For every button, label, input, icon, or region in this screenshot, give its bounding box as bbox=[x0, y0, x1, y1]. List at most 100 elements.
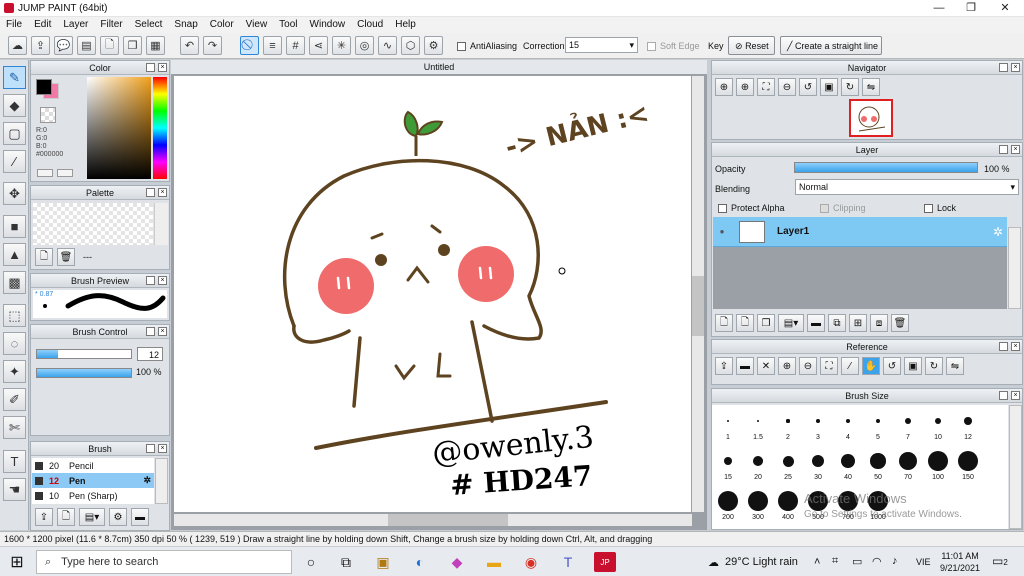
brush-size-cell[interactable]: 40 bbox=[834, 447, 862, 485]
brush-size-cell[interactable]: 25 bbox=[774, 447, 802, 485]
zoom-in-icon[interactable]: ⊕ bbox=[715, 78, 733, 96]
color-history-button[interactable] bbox=[57, 169, 73, 177]
eraser-tool-icon[interactable]: ◆ bbox=[3, 94, 26, 117]
grid-settings-icon[interactable]: ▦ bbox=[146, 36, 165, 55]
share-icon[interactable]: ⇪ bbox=[31, 36, 50, 55]
menu-filter[interactable]: Filter bbox=[94, 17, 128, 33]
brush-size-cell[interactable]: 3 bbox=[804, 407, 832, 445]
flip-icon[interactable]: ⇋ bbox=[862, 78, 880, 96]
volume-icon[interactable]: ♪ bbox=[892, 555, 898, 567]
store-icon[interactable]: ▣ bbox=[372, 552, 394, 572]
canvas-horizontal-scrollbar[interactable] bbox=[174, 514, 692, 526]
paint-app-icon[interactable]: ◆ bbox=[446, 552, 468, 572]
brush-upload-icon[interactable]: ⇪ bbox=[35, 508, 53, 526]
edge-icon[interactable]: ◐ bbox=[409, 552, 431, 572]
chrome-icon[interactable]: ◉ bbox=[520, 552, 542, 572]
snap-parallel-icon[interactable]: ≡ bbox=[263, 36, 282, 55]
ref-actual-size-icon[interactable]: ▣ bbox=[904, 357, 922, 375]
snap-perspective-icon[interactable]: ⋖ bbox=[309, 36, 328, 55]
palette-add-icon[interactable]: 🗋 bbox=[35, 248, 53, 266]
brush-folder-icon[interactable]: ▬ bbox=[131, 508, 149, 526]
chevron-up-icon[interactable]: ˄ bbox=[814, 556, 820, 568]
clipping-checkbox[interactable]: Clipping bbox=[820, 203, 866, 213]
minimize-icon[interactable]: — bbox=[924, 0, 954, 17]
brush-size-cell[interactable]: 1.5 bbox=[744, 407, 772, 445]
blending-select[interactable]: Normal ▾ bbox=[795, 179, 1019, 195]
layer-folder-icon[interactable]: ▬ bbox=[807, 314, 825, 332]
canvas-vertical-scrollbar[interactable] bbox=[692, 76, 704, 512]
visibility-icon[interactable]: ● bbox=[713, 227, 731, 236]
palette-delete-icon[interactable]: 🗑 bbox=[57, 248, 75, 266]
lasso-tool-icon[interactable]: ◌ bbox=[3, 332, 26, 355]
cloud-icon[interactable]: ☁ bbox=[8, 36, 27, 55]
brush-size-cell[interactable]: 400 bbox=[774, 487, 802, 525]
zoom-in-alt-icon[interactable]: ⊕ bbox=[736, 78, 754, 96]
menu-cloud[interactable]: Cloud bbox=[351, 17, 389, 33]
brush-size-cell[interactable]: 4 bbox=[834, 407, 862, 445]
transparent-swatch[interactable] bbox=[40, 107, 56, 123]
menu-snap[interactable]: Snap bbox=[168, 17, 203, 33]
redo-icon[interactable]: ↷ bbox=[203, 36, 222, 55]
snap-radial-icon[interactable]: ✳ bbox=[332, 36, 351, 55]
new-file-icon[interactable]: 🗋 bbox=[100, 36, 119, 55]
move-tool-icon[interactable]: ✥ bbox=[3, 182, 26, 205]
menu-tool[interactable]: Tool bbox=[273, 17, 303, 33]
brush-size-cell[interactable]: 7 bbox=[894, 407, 922, 445]
brush-item[interactable]: 10 Pen (Sharp) bbox=[32, 488, 154, 503]
clock[interactable]: 11:01 AM 9/21/2021 bbox=[940, 550, 980, 574]
battery-icon[interactable]: ▭ bbox=[852, 555, 862, 568]
reset-button[interactable]: ⊘ Reset bbox=[728, 36, 775, 55]
brush-size-cell[interactable]: 70 bbox=[894, 447, 922, 485]
file-explorer-icon[interactable]: ▬ bbox=[483, 552, 505, 572]
hand-tool-icon[interactable]: ☚ bbox=[3, 478, 26, 501]
ref-eyedropper-icon[interactable]: ⁄ bbox=[841, 357, 859, 375]
palette-scrollbar[interactable] bbox=[154, 203, 168, 245]
ref-fit-icon[interactable]: ⛶ bbox=[820, 357, 838, 375]
drawing-canvas[interactable]: -> NẢN :< @owenly.3 # HD247 bbox=[174, 76, 691, 512]
brush-size-slider[interactable] bbox=[36, 349, 132, 359]
select-tool-icon[interactable]: ▢ bbox=[3, 122, 26, 145]
main-color-swatch[interactable] bbox=[36, 79, 52, 95]
menu-window[interactable]: Window bbox=[304, 17, 352, 33]
brush-size-cell[interactable]: 5 bbox=[864, 407, 892, 445]
network-icon[interactable]: ⌗ bbox=[832, 555, 838, 568]
menu-view[interactable]: View bbox=[240, 17, 274, 33]
antialiasing-checkbox[interactable] bbox=[457, 42, 466, 53]
snap-off-icon[interactable]: ⃠ bbox=[240, 36, 259, 55]
brush-size-cell[interactable]: 300 bbox=[744, 487, 772, 525]
brush-settings-icon[interactable]: ⚙ bbox=[109, 508, 127, 526]
correction-select[interactable]: 15 ▾ bbox=[565, 37, 638, 53]
copy-icon[interactable]: ❐ bbox=[123, 36, 142, 55]
notification-icon[interactable]: ▭2 bbox=[992, 554, 1008, 568]
undo-icon[interactable]: ↶ bbox=[180, 36, 199, 55]
hue-slider[interactable] bbox=[153, 77, 167, 179]
pen-tool-icon[interactable]: ✎ bbox=[3, 66, 26, 89]
layer-list-scrollbar[interactable] bbox=[1008, 227, 1021, 309]
wifi-icon[interactable]: ◠ bbox=[872, 555, 882, 568]
brush-new-icon[interactable]: 🗋 bbox=[57, 508, 75, 526]
brush-size-cell[interactable]: 150 bbox=[954, 447, 982, 485]
menu-edit[interactable]: Edit bbox=[28, 17, 57, 33]
comment-icon[interactable]: 💬 bbox=[54, 36, 73, 55]
brush-size-cell[interactable]: 15 bbox=[714, 447, 742, 485]
tablet-icon[interactable]: ▤ bbox=[77, 36, 96, 55]
brush-item-selected[interactable]: 12 Pen ✲ bbox=[32, 473, 154, 488]
weather-widget[interactable]: ☁ 29°C Light rain bbox=[708, 556, 798, 569]
merge-layer-icon[interactable]: ⧉ bbox=[828, 314, 846, 332]
jump-paint-taskbar-icon[interactable]: JP bbox=[594, 552, 616, 572]
layer-row-selected[interactable]: ● Layer1 ✲ bbox=[713, 217, 1007, 247]
maximize-icon[interactable]: ❐ bbox=[956, 0, 986, 17]
brush-size-cell[interactable]: 200 bbox=[714, 487, 742, 525]
cortana-icon[interactable]: ○ bbox=[300, 552, 322, 572]
menu-select[interactable]: Select bbox=[129, 17, 169, 33]
menu-file[interactable]: File bbox=[0, 17, 28, 33]
wand-tool-icon[interactable]: ⁄ bbox=[3, 150, 26, 173]
layer-opacity-slider[interactable] bbox=[794, 162, 978, 173]
brush-size-value[interactable]: 12 bbox=[137, 347, 163, 361]
windows-start-icon[interactable]: ⊞ bbox=[6, 552, 28, 572]
ref-flip-icon[interactable]: ⇋ bbox=[946, 357, 964, 375]
gradient-tool-icon[interactable]: ▩ bbox=[3, 271, 26, 294]
brush-menu-icon[interactable]: ▤▾ bbox=[79, 508, 105, 526]
brush-item[interactable]: 20 Pencil bbox=[32, 458, 154, 473]
layer-menu-icon[interactable]: ▤▾ bbox=[778, 314, 804, 332]
